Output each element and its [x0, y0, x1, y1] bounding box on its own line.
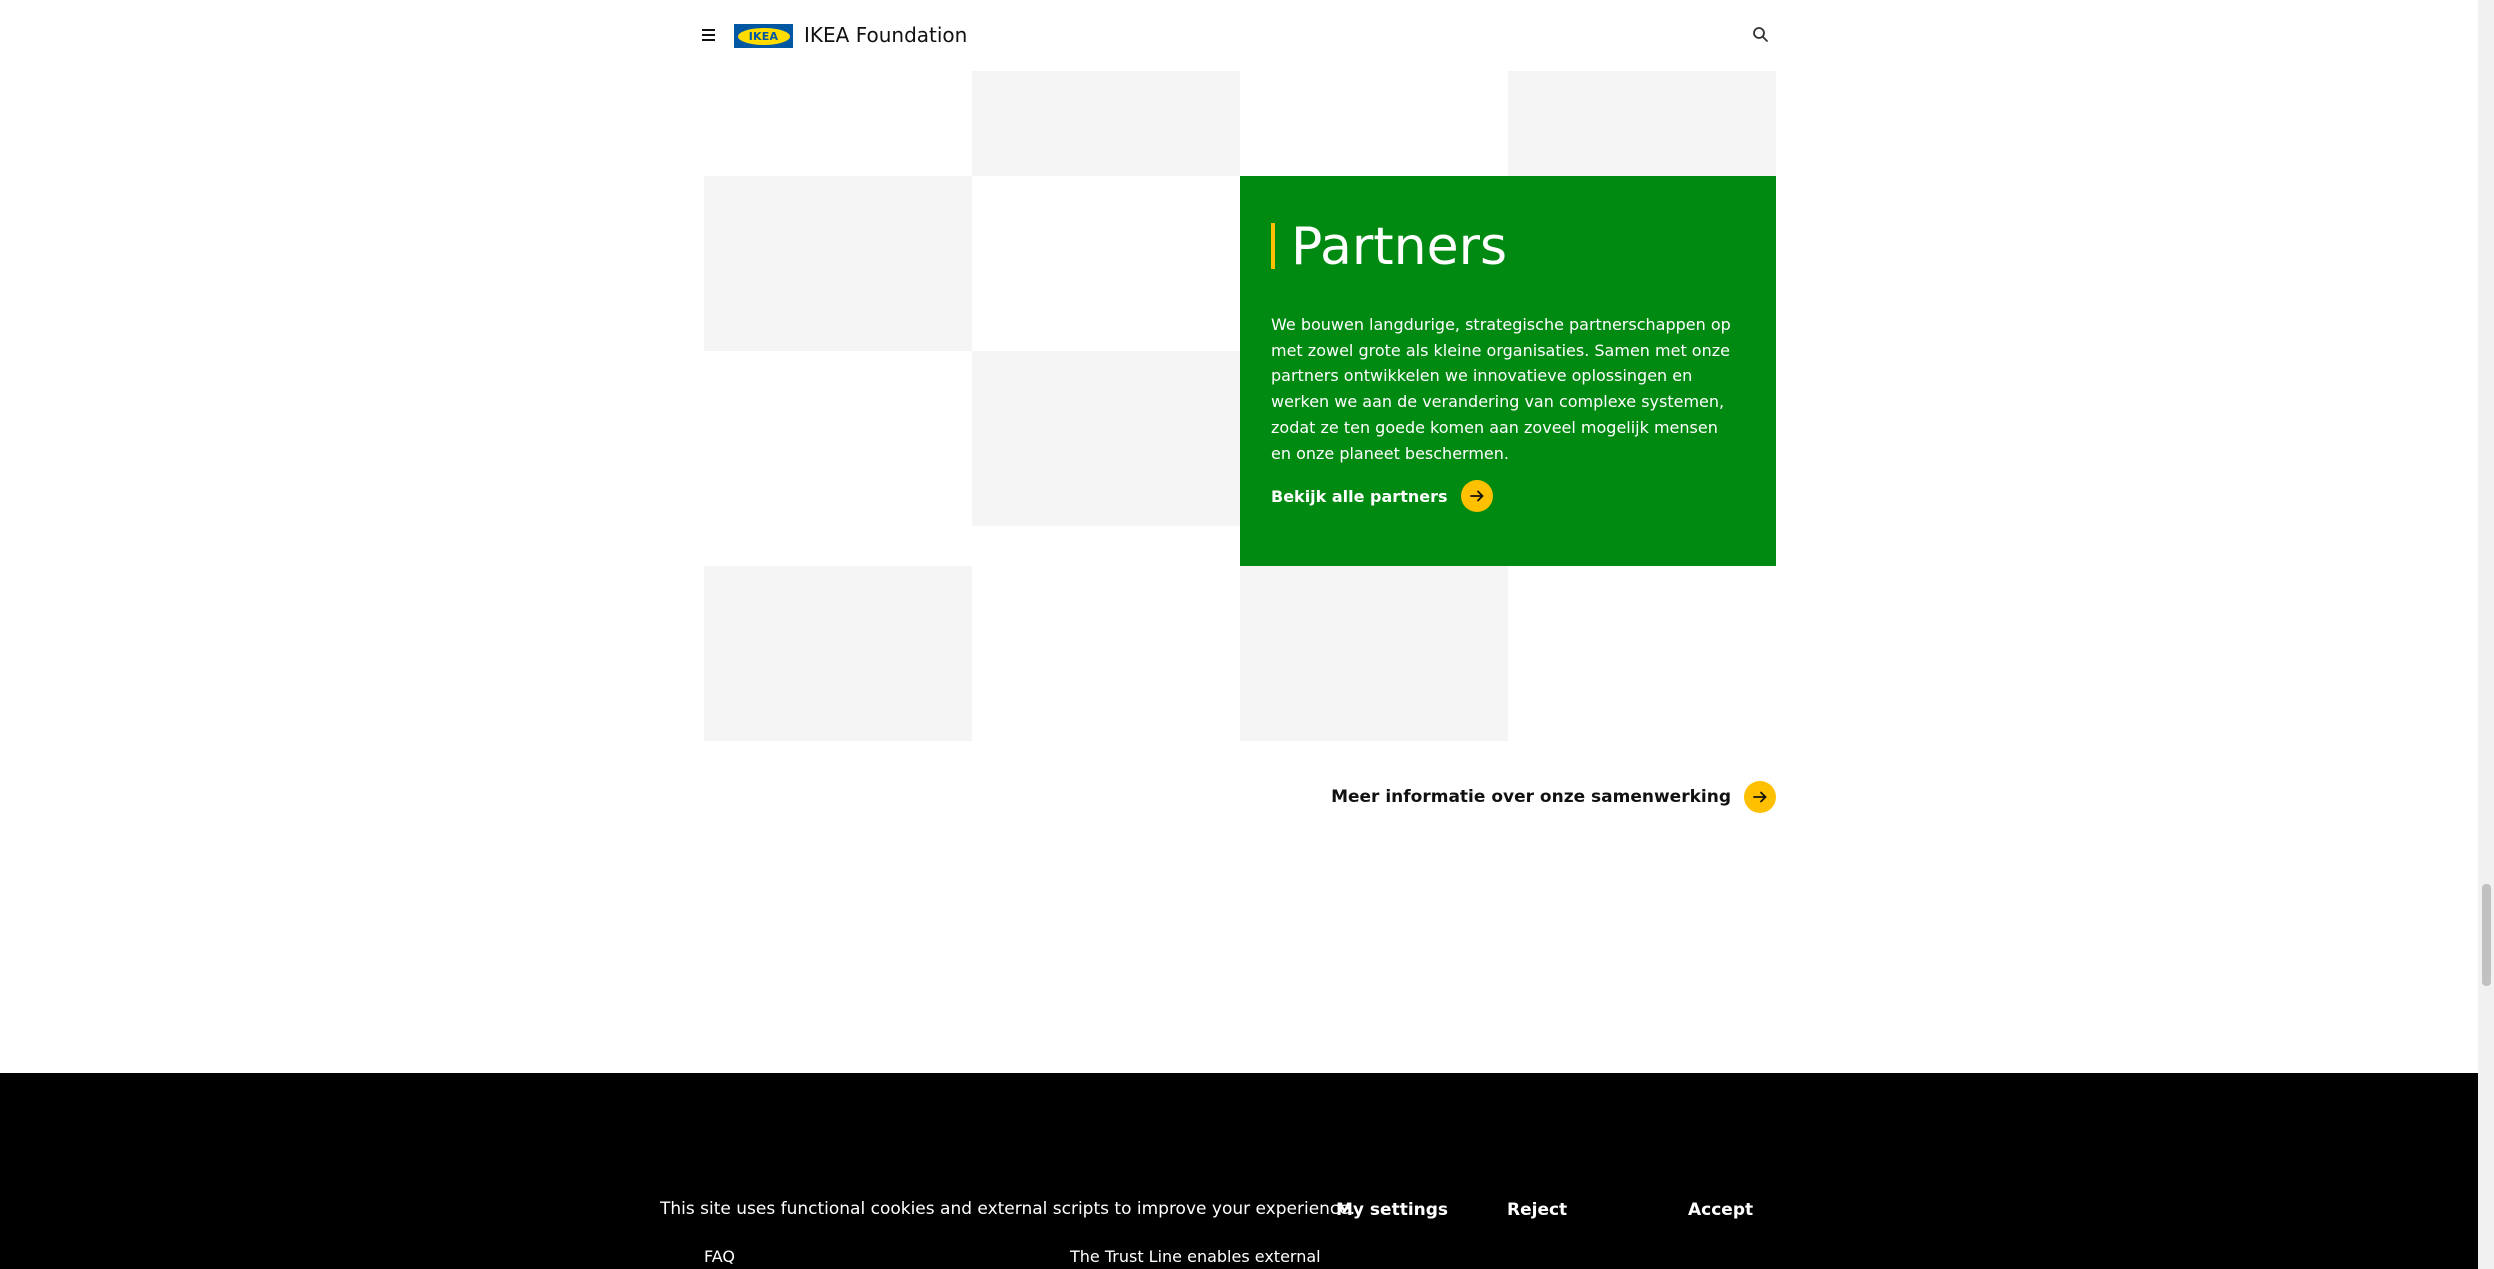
scrollbar-thumb[interactable]: [2482, 884, 2491, 986]
footer-trust-line-text: The Trust Line enables external: [1070, 1247, 1321, 1266]
more-info-label: Meer informatie over onze samenwerking: [1331, 787, 1731, 807]
search-icon[interactable]: [1752, 26, 1770, 44]
cookie-settings-button[interactable]: My settings: [1336, 1200, 1448, 1220]
card-description: We bouwen langdurige, strategische partn…: [1271, 315, 1731, 463]
view-all-partners-label: Bekijk alle partners: [1271, 486, 1448, 506]
cookie-accept-button[interactable]: Accept: [1688, 1200, 1753, 1220]
site-header: IKEA IKEA Foundation: [0, 0, 2478, 71]
page-scrollbar[interactable]: [2478, 0, 2494, 1269]
grid-tile: [972, 71, 1240, 176]
grid-tile: [1240, 566, 1508, 741]
cookie-banner-message: This site uses functional cookies and ex…: [660, 1199, 1356, 1219]
arrow-right-icon: [1460, 480, 1493, 512]
cookie-reject-button[interactable]: Reject: [1507, 1200, 1567, 1220]
site-footer: [0, 1073, 2478, 1269]
grid-tile: [972, 351, 1240, 526]
view-all-partners-link[interactable]: Bekijk alle partners: [1271, 480, 1493, 512]
page-viewport: IKEA IKEA Foundation Partners We bouwen …: [0, 0, 2478, 1269]
title-accent-bar: [1271, 223, 1275, 269]
site-title[interactable]: IKEA Foundation: [804, 22, 967, 49]
arrow-right-icon: [1744, 781, 1776, 813]
grid-tile: [1508, 71, 1776, 176]
more-info-collaboration-link[interactable]: Meer informatie over onze samenwerking: [1331, 781, 1776, 813]
hamburger-menu-icon[interactable]: [702, 28, 719, 42]
ikea-logo-oval: IKEA: [737, 27, 790, 45]
partners-card: Partners We bouwen langdurige, strategis…: [1240, 176, 1776, 566]
grid-tile: [704, 176, 972, 351]
ikea-logo-text: IKEA: [748, 29, 779, 43]
grid-tile: [704, 566, 972, 741]
footer-faq-link[interactable]: FAQ: [704, 1247, 735, 1266]
ikea-logo[interactable]: IKEA: [734, 24, 793, 48]
card-title: Partners: [1291, 217, 1508, 277]
